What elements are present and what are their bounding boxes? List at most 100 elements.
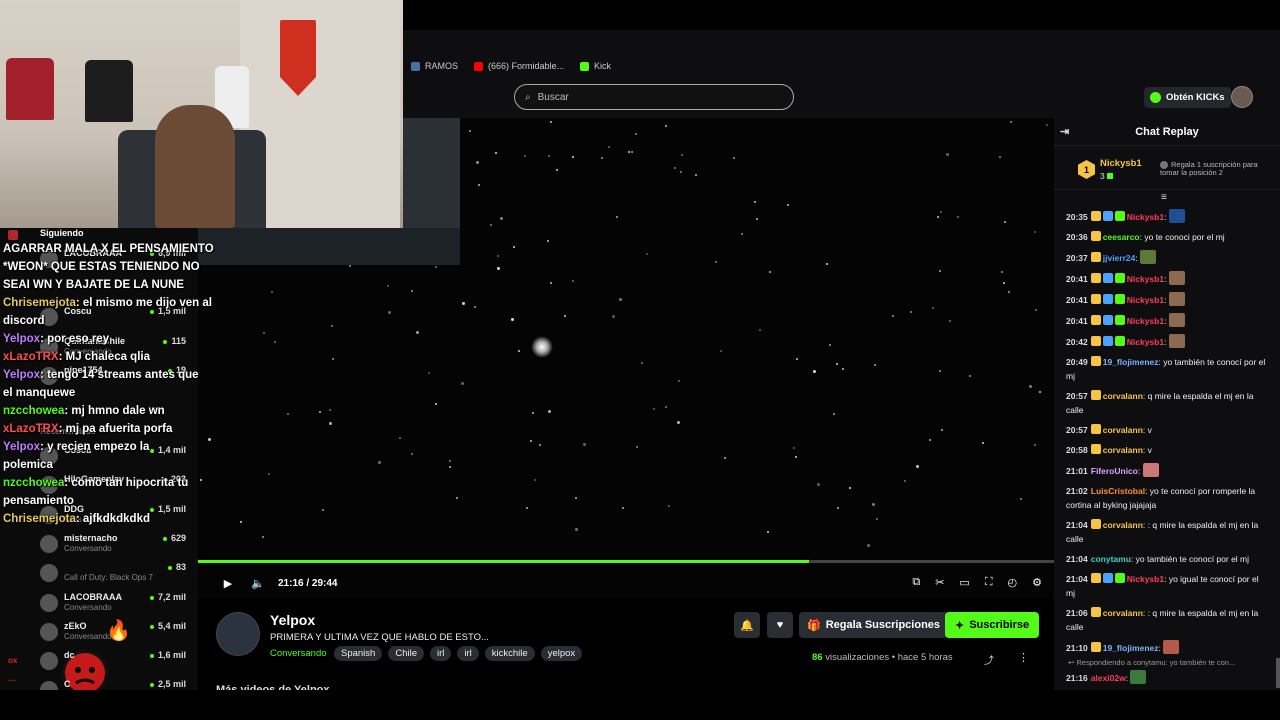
star [548, 410, 551, 413]
chat-emote-icon [1168, 271, 1185, 285]
star [349, 265, 351, 267]
sidebar-channel-name[interactable]: dc [64, 650, 75, 660]
star [1020, 498, 1022, 500]
star [322, 509, 324, 511]
sidebar-channel-name[interactable]: misternacho [64, 533, 118, 543]
follow-button[interactable]: ♥ [767, 612, 793, 638]
fullscreen-icon[interactable]: ⛶ [985, 576, 993, 589]
sidebar-footer-ox: ox [8, 656, 18, 665]
channel-name[interactable]: Yelpox [270, 612, 315, 628]
star [874, 364, 876, 366]
chat-username[interactable]: FiferoUnico [1091, 466, 1138, 476]
speed-icon[interactable]: ◴ [1008, 576, 1018, 589]
chat-timestamp: 20:42 [1066, 337, 1088, 347]
leader-name[interactable]: Nickysb1 [1100, 158, 1142, 169]
play-icon[interactable]: ▶ [220, 577, 236, 590]
sidebar-channel-name[interactable]: C [64, 679, 71, 689]
sidebar-channel-avatar[interactable] [40, 681, 58, 690]
star [469, 130, 471, 132]
star [530, 440, 532, 442]
stream-category[interactable]: Conversando [270, 648, 327, 659]
miniplayer-icon[interactable]: ⧉ [912, 576, 920, 589]
theater-icon[interactable]: ▭ [959, 576, 969, 589]
sidebar-channel-name[interactable]: LACOBRAAA [64, 592, 122, 602]
time-total: 29:44 [311, 577, 338, 589]
following-heading: Siguiendo [40, 228, 84, 238]
tag-chip[interactable]: irl [457, 646, 479, 661]
light-orb [531, 336, 553, 358]
get-kicks-button[interactable]: Obtén KICKs [1144, 87, 1231, 108]
chat-username[interactable]: alexi02w [1091, 673, 1126, 683]
share-icon[interactable]: ⤴ [984, 652, 994, 667]
star [497, 267, 500, 270]
tag-list: Spanish Chile irl irl kickchile yelpox [334, 646, 583, 661]
volume-icon[interactable]: 🔈 [250, 577, 266, 590]
webcam-overlay [0, 0, 403, 228]
star [733, 157, 735, 159]
chat-username[interactable]: corvalann [1103, 520, 1143, 530]
tag-chip[interactable]: yelpox [540, 646, 583, 661]
sidebar-channel-avatar[interactable] [40, 652, 58, 670]
user-avatar[interactable] [1231, 86, 1253, 108]
overlay-chat-line: Yelpox: y recien empezo la [0, 438, 220, 456]
kick-coin-icon [1150, 92, 1161, 103]
gift-subs-button[interactable]: 🎁 Regala Suscripciones [799, 612, 949, 638]
star [681, 154, 683, 156]
bookmark-kick[interactable]: Kick [580, 61, 611, 71]
notification-bell-button[interactable]: 🔔 [734, 612, 760, 638]
star [833, 413, 835, 415]
star [449, 466, 451, 468]
subscribe-button[interactable]: ✦ Suscribirse [945, 612, 1040, 638]
chat-username[interactable]: Nickysb1 [1127, 295, 1164, 305]
tag-chip[interactable]: irl [430, 646, 452, 661]
chat-username[interactable]: corvalann [1103, 425, 1143, 435]
progress-bar[interactable] [198, 560, 1054, 563]
chat-username[interactable]: conytamu [1091, 554, 1131, 564]
tag-chip[interactable]: Spanish [334, 646, 383, 661]
sidebar-channel-avatar[interactable] [40, 623, 58, 641]
chat-message: 21:04 corvalann: : q mire la espalda el m… [1054, 515, 1274, 549]
overlay-chat-text: polemica [3, 459, 53, 471]
sidebar-channel-name[interactable]: zEkO [64, 621, 87, 631]
search-input[interactable]: ⌕ Buscar [514, 84, 794, 110]
overlay-chat-line: Chrisemejota: el mismo me dijo ven al [0, 294, 220, 312]
chat-scrollbar[interactable] [1276, 658, 1280, 688]
chat-username[interactable]: LuisCristobal [1091, 486, 1145, 496]
chat-username[interactable]: 19_flojimenez [1103, 643, 1159, 653]
star [949, 320, 951, 322]
tag-chip[interactable]: Chile [388, 646, 424, 661]
chat-username[interactable]: ceesarco [1103, 232, 1140, 242]
bookmark-youtube[interactable]: (666) Formidable... [474, 61, 564, 71]
star [876, 518, 878, 520]
chat-username[interactable]: corvalann [1103, 391, 1143, 401]
chat-username[interactable]: corvalann [1103, 445, 1143, 455]
tag-chip[interactable]: kickchile [484, 646, 535, 661]
channel-avatar[interactable] [216, 612, 260, 656]
chat-username[interactable]: jjvierr24 [1103, 253, 1136, 263]
chat-username[interactable]: Nickysb1 [1127, 212, 1164, 222]
chat-username[interactable]: Nickysb1 [1127, 274, 1164, 284]
chat-paused-icon[interactable]: ≡ [1161, 192, 1167, 203]
chat-username[interactable]: Nickysb1 [1127, 337, 1164, 347]
clip-icon[interactable]: ✂ [935, 576, 944, 589]
star [1046, 124, 1048, 126]
star [478, 184, 480, 186]
gift-hint: Regala 1 suscripción para tomar la posic… [1160, 160, 1258, 178]
sidebar-channel-avatar[interactable] [40, 594, 58, 612]
chat-timestamp: 20:41 [1066, 295, 1088, 305]
settings-icon[interactable]: ⚙ [1032, 576, 1042, 589]
more-options-icon[interactable]: ⋮ [1018, 651, 1029, 664]
chat-username[interactable]: 19_flojimenez [1103, 357, 1159, 367]
live-dot-icon [162, 536, 167, 541]
sidebar-channel-avatar[interactable] [40, 535, 58, 553]
chat-username[interactable]: Nickysb1 [1127, 574, 1164, 584]
live-dot-icon [167, 565, 172, 570]
collapse-chat-icon[interactable]: ⇥ [1060, 125, 1069, 138]
sidebar-channel-avatar[interactable] [40, 564, 58, 582]
chat-timestamp: 20:41 [1066, 274, 1088, 284]
star [999, 156, 1001, 158]
chat-username[interactable]: corvalann [1103, 608, 1143, 618]
chat-badge-icon [1090, 273, 1101, 283]
chat-username[interactable]: Nickysb1 [1127, 316, 1164, 326]
bookmark-ramos[interactable]: RAMOS [411, 61, 458, 71]
